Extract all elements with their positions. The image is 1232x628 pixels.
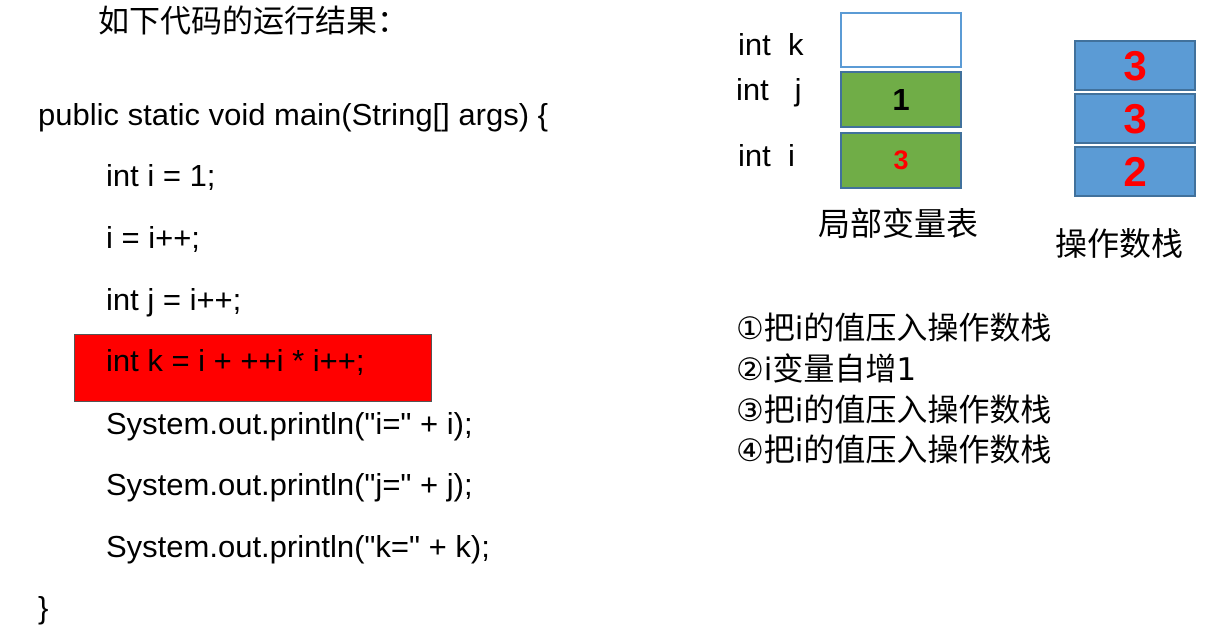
code-line-print-i: System.out.println("i=" + i); xyxy=(106,406,473,441)
page-title: 如下代码的运行结果： xyxy=(98,4,408,40)
var-label-i: int i xyxy=(738,138,795,173)
code-line-int-i: int i = 1; xyxy=(106,158,216,193)
operand-stack-cell: 3 xyxy=(1074,40,1196,91)
operand-stack-cell: 2 xyxy=(1074,146,1196,197)
var-label-j: int j xyxy=(736,72,802,107)
code-line-closing-brace: } xyxy=(38,590,49,625)
code-line-print-k: System.out.println("k=" + k); xyxy=(106,529,490,564)
code-line-int-k-highlighted: int k = i + ++i * i++; xyxy=(106,343,365,378)
operand-stack-caption: 操作数栈 xyxy=(1055,225,1184,263)
step-item-3: ③把i的值压入操作数栈 xyxy=(736,393,1052,429)
local-var-cell-k xyxy=(840,12,962,68)
step-item-4: ④把i的值压入操作数栈 xyxy=(736,433,1052,469)
var-label-k: int k xyxy=(738,27,804,62)
operand-stack-cell: 3 xyxy=(1074,93,1196,144)
code-line-method-signature: public static void main(String[] args) { xyxy=(38,97,548,132)
local-var-cell-i: 3 xyxy=(840,132,962,189)
code-line-i-assign: i = i++; xyxy=(106,220,200,255)
local-var-cell-j: 1 xyxy=(840,71,962,128)
step-item-1: ①把i的值压入操作数栈 xyxy=(736,311,1052,347)
code-line-print-j: System.out.println("j=" + j); xyxy=(106,467,473,502)
local-var-table-caption: 局部变量表 xyxy=(818,205,979,243)
code-line-int-j: int j = i++; xyxy=(106,282,242,317)
step-item-2: ②i变量自增1 xyxy=(736,352,917,388)
